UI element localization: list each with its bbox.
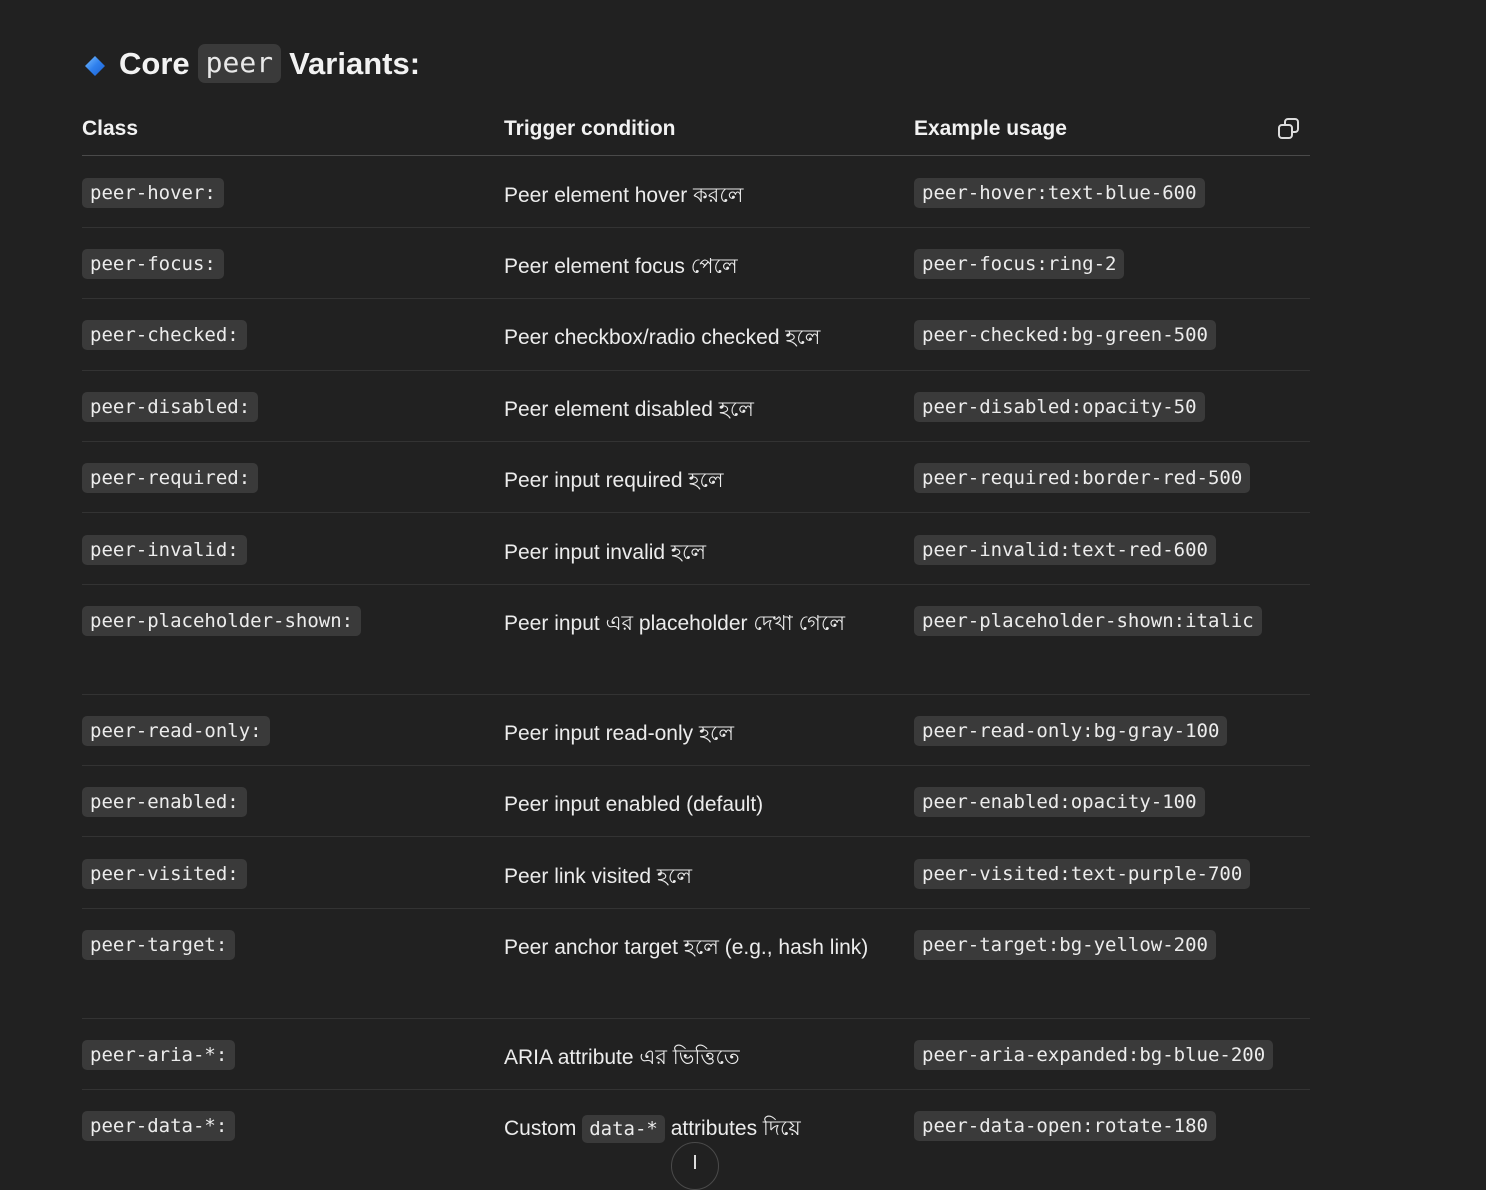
- heading-suffix: Variants:: [289, 45, 421, 81]
- trigger-condition: Peer anchor target হলে (e.g., hash link): [504, 936, 869, 959]
- table-row: peer-focus: Peer element focus পেলে peer…: [82, 249, 1310, 299]
- trigger-text: Custom: [504, 1117, 577, 1140]
- example-usage: peer-visited:text-purple-700: [914, 859, 1251, 889]
- trigger-condition: Peer input read-only হলে: [504, 722, 735, 745]
- example-usage: peer-placeholder-shown:italic: [914, 606, 1262, 636]
- class-name: peer-visited:: [82, 859, 247, 889]
- table-row: peer-checked: Peer checkbox/radio checke…: [82, 320, 1310, 371]
- table-row: peer-hover: Peer element hover করলে peer…: [82, 178, 1310, 228]
- table-row: peer-target: Peer anchor target হলে (e.g…: [82, 930, 1310, 1019]
- example-usage: peer-data-open:rotate-180: [914, 1111, 1216, 1141]
- example-usage: peer-checked:bg-green-500: [914, 320, 1216, 350]
- example-usage: peer-required:border-red-500: [914, 463, 1251, 493]
- heading-code: peer: [197, 44, 282, 83]
- trigger-condition: Peer input invalid হলে: [504, 541, 707, 564]
- table-row: peer-read-only: Peer input read-only হলে…: [82, 716, 1310, 766]
- trigger-condition: Peer input enabled (default): [504, 793, 764, 816]
- class-name: peer-checked:: [82, 320, 247, 350]
- section-heading: Core peer Variants:: [84, 44, 420, 83]
- trigger-condition: Peer checkbox/radio checked হলে: [504, 326, 821, 349]
- table-row: peer-placeholder-shown: Peer input এর pl…: [82, 606, 1310, 695]
- header-class: Class: [82, 117, 139, 140]
- header-example: Example usage: [914, 117, 1067, 140]
- example-usage: peer-aria-expanded:bg-blue-200: [914, 1040, 1274, 1070]
- copy-table-button[interactable]: [1276, 116, 1302, 142]
- class-name: peer-data-*:: [82, 1111, 236, 1141]
- trigger-condition: Peer input required হলে: [504, 469, 724, 492]
- class-name: peer-focus:: [82, 249, 224, 279]
- header-trigger: Trigger condition: [504, 117, 676, 140]
- example-usage: peer-target:bg-yellow-200: [914, 930, 1216, 960]
- table-row: peer-required: Peer input required হলে p…: [82, 463, 1310, 513]
- trigger-condition: ARIA attribute এর ভিত্তিতে: [504, 1046, 740, 1069]
- class-name: peer-target:: [82, 930, 236, 960]
- class-name: peer-required:: [82, 463, 259, 493]
- table-header: Class Trigger condition Example usage: [82, 112, 1310, 156]
- trigger-condition: Peer element focus পেলে: [504, 255, 738, 278]
- class-name: peer-aria-*:: [82, 1040, 236, 1070]
- trigger-condition: Peer element disabled হলে: [504, 398, 754, 421]
- table-row: peer-disabled: Peer element disabled হলে…: [82, 392, 1310, 442]
- table-row: peer-invalid: Peer input invalid হলে pee…: [82, 535, 1310, 585]
- class-name: peer-read-only:: [82, 716, 270, 746]
- table-row: peer-enabled: Peer input enabled (defaul…: [82, 787, 1310, 837]
- trigger-condition: Peer element hover করলে: [504, 184, 744, 207]
- table-row: peer-visited: Peer link visited হলে peer…: [82, 859, 1310, 909]
- example-usage: peer-hover:text-blue-600: [914, 178, 1205, 208]
- trigger-code: data-*: [582, 1115, 665, 1143]
- heading-prefix: Core: [119, 45, 190, 81]
- trigger-text: attributes দিয়ে: [670, 1117, 801, 1140]
- arrow-down-icon: [694, 1155, 696, 1169]
- class-name: peer-invalid:: [82, 535, 247, 565]
- class-name: peer-hover:: [82, 178, 224, 208]
- example-usage: peer-disabled:opacity-50: [914, 392, 1205, 422]
- class-name: peer-enabled:: [82, 787, 247, 817]
- blue-diamond-icon: [84, 55, 105, 76]
- trigger-condition: Peer input এর placeholder দেখা গেলে: [504, 612, 845, 635]
- class-name: peer-placeholder-shown:: [82, 606, 362, 636]
- table-row: peer-aria-*: ARIA attribute এর ভিত্তিতে …: [82, 1040, 1310, 1090]
- scroll-to-bottom-button[interactable]: [671, 1142, 719, 1190]
- copy-icon: [1278, 118, 1299, 139]
- trigger-condition: Peer link visited হলে: [504, 865, 693, 888]
- example-usage: peer-focus:ring-2: [914, 249, 1125, 279]
- example-usage: peer-read-only:bg-gray-100: [914, 716, 1228, 746]
- example-usage: peer-invalid:text-red-600: [914, 535, 1216, 565]
- class-name: peer-disabled:: [82, 392, 259, 422]
- example-usage: peer-enabled:opacity-100: [914, 787, 1205, 817]
